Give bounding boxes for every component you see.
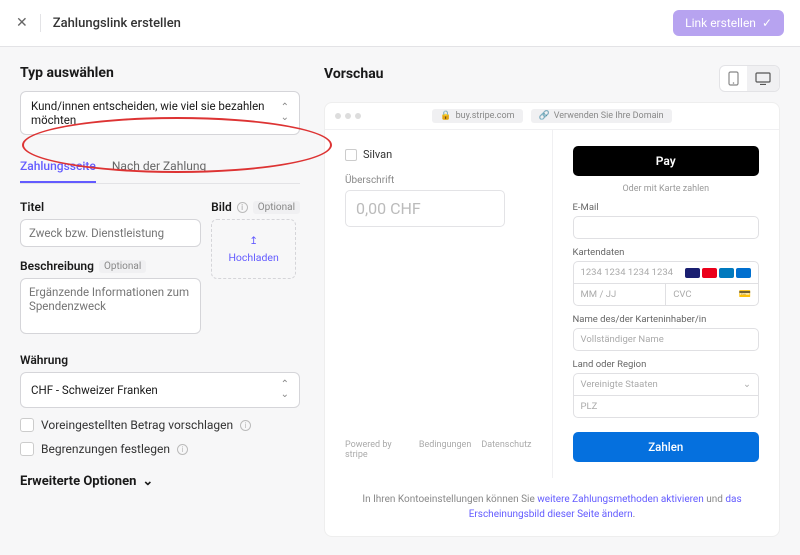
privacy-link: Datenschutz xyxy=(481,440,531,460)
type-value: Kund/innen entscheiden, wie viel sie bez… xyxy=(31,99,281,127)
zip-input[interactable]: PLZ xyxy=(574,395,759,417)
currency-label: Währung xyxy=(20,353,300,367)
country-select[interactable]: Vereinigte Staaten ⌄ xyxy=(574,374,759,395)
preview-heading: Vorschau xyxy=(324,66,384,82)
desktop-toggle[interactable] xyxy=(747,66,779,91)
brand-row: Silvan xyxy=(345,148,532,161)
info-icon: i xyxy=(177,444,188,455)
mobile-toggle[interactable] xyxy=(720,66,747,91)
window-dots xyxy=(335,113,361,119)
set-limits-checkbox[interactable] xyxy=(20,442,34,456)
url-display: 🔒 buy.stripe.com xyxy=(432,109,522,123)
desc-label: Beschreibung xyxy=(20,259,94,273)
holder-input[interactable]: Vollständiger Name xyxy=(573,328,760,351)
description-input[interactable] xyxy=(20,278,201,334)
holder-label: Name des/der Karteninhaber/in xyxy=(573,314,760,325)
image-label: Bild xyxy=(211,200,232,214)
powered-by: Powered by stripe xyxy=(345,440,409,460)
footer-note: In Ihren Kontoeinstellungen können Sie w… xyxy=(325,492,779,536)
desc-label-row: Beschreibung Optional xyxy=(20,259,201,273)
preview-frame: 🔒 buy.stripe.com 🔗 Verwenden Sie Ihre Do… xyxy=(324,102,780,537)
title-label: Titel xyxy=(20,200,201,214)
select-icon: ⌃⌄ xyxy=(281,380,289,400)
card-brand-icons xyxy=(685,268,751,278)
terms-link: Bedingungen xyxy=(419,440,471,460)
optional-tag: Optional xyxy=(253,201,300,214)
cvc-input[interactable]: CVC 💳 xyxy=(665,284,758,305)
device-toggle xyxy=(719,65,780,92)
tab-after-payment[interactable]: Nach der Zahlung xyxy=(112,153,206,183)
card-number-input[interactable]: 1234 1234 1234 1234 xyxy=(574,262,759,283)
type-heading: Typ auswählen xyxy=(20,65,300,81)
advanced-options-toggle[interactable]: Erweiterte Optionen ⌄ xyxy=(20,474,300,489)
card-label: Kartendaten xyxy=(573,247,760,258)
divider xyxy=(40,14,41,32)
set-limits-label: Begrenzungen festlegen xyxy=(41,442,170,456)
upload-icon: ↥ xyxy=(249,234,258,247)
advanced-label: Erweiterte Optionen xyxy=(20,474,136,489)
topbar: ✕ Zahlungslink erstellen Link erstellen … xyxy=(0,0,800,47)
brand-logo-placeholder xyxy=(345,149,357,161)
country-label: Land oder Region xyxy=(573,359,760,370)
suggest-amount-label: Voreingestellten Betrag vorschlagen xyxy=(41,418,233,432)
card-icon: 💳 xyxy=(739,289,751,300)
page-title: Zahlungslink erstellen xyxy=(53,16,181,31)
email-input[interactable] xyxy=(573,216,760,239)
select-icon: ⌃⌄ xyxy=(281,103,289,123)
apple-pay-button[interactable]: Pay xyxy=(573,146,760,176)
browser-bar: 🔒 buy.stripe.com 🔗 Verwenden Sie Ihre Do… xyxy=(325,103,779,130)
tab-payment-page[interactable]: Zahlungsseite xyxy=(20,153,96,183)
pay-button[interactable]: Zahlen xyxy=(573,432,760,462)
currency-value: CHF - Schweizer Franken xyxy=(31,383,158,397)
chevron-down-icon: ⌄ xyxy=(142,474,153,489)
info-icon: i xyxy=(237,202,248,213)
check-icon: ✓ xyxy=(762,16,772,30)
image-upload[interactable]: ↥ Hochladen xyxy=(211,219,296,279)
tabs: Zahlungsseite Nach der Zahlung xyxy=(20,153,300,184)
email-label: E-Mail xyxy=(573,202,760,213)
type-select[interactable]: Kund/innen entscheiden, wie viel sie bez… xyxy=(20,91,300,135)
brand-name: Silvan xyxy=(363,148,392,161)
amount-input[interactable]: 0,00 CHF xyxy=(345,190,505,227)
close-icon[interactable]: ✕ xyxy=(16,15,28,31)
payment-methods-link[interactable]: weitere Zahlungsmethoden aktivieren xyxy=(537,494,704,505)
or-divider: Oder mit Karte zahlen xyxy=(573,184,760,194)
suggest-amount-checkbox[interactable] xyxy=(20,418,34,432)
expiry-input[interactable]: MM / JJ xyxy=(574,284,666,305)
image-label-row: Bild i Optional xyxy=(211,200,300,214)
currency-select[interactable]: CHF - Schweizer Franken ⌃⌄ xyxy=(20,372,300,408)
amount-overline: Überschrift xyxy=(345,175,532,186)
link-icon: 🔗 xyxy=(539,111,550,121)
card-input-group: 1234 1234 1234 1234 MM / JJ CVC xyxy=(573,261,760,306)
upload-label: Hochladen xyxy=(228,251,278,264)
cta-label: Link erstellen xyxy=(685,16,756,30)
chevron-down-icon: ⌄ xyxy=(743,379,751,390)
create-link-button[interactable]: Link erstellen ✓ xyxy=(673,10,784,36)
title-input[interactable] xyxy=(20,219,201,247)
info-icon: i xyxy=(240,420,251,431)
lock-icon: 🔒 xyxy=(440,111,451,121)
domain-hint: 🔗 Verwenden Sie Ihre Domain xyxy=(531,109,672,123)
country-group: Vereinigte Staaten ⌄ PLZ xyxy=(573,373,760,418)
optional-tag: Optional xyxy=(99,260,146,273)
